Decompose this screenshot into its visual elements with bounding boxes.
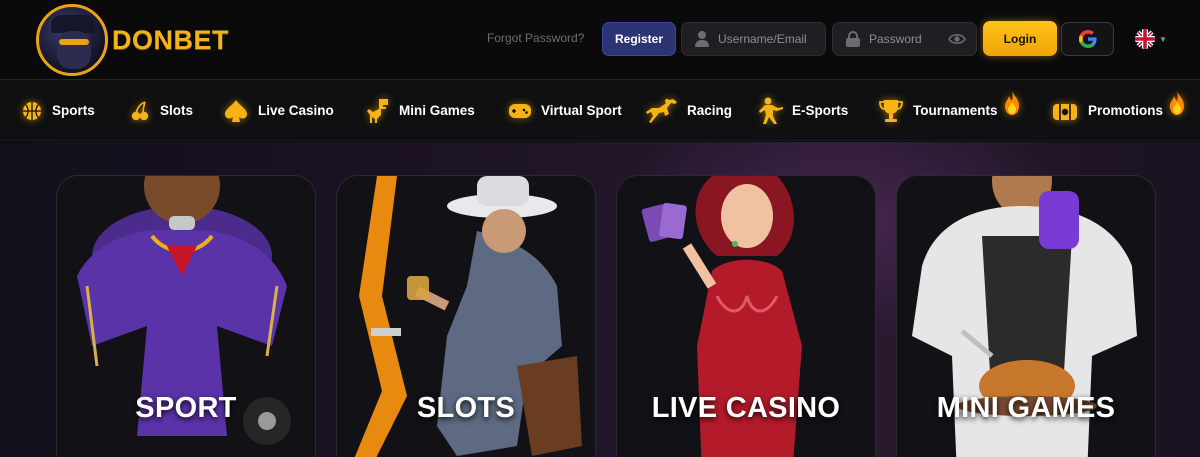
language-selector[interactable]: ▼ xyxy=(1134,28,1167,50)
nav-label: Promotions xyxy=(1088,103,1164,118)
top-bar: DONBET Forgot Password? Register Login xyxy=(0,0,1200,80)
nav-label: Sports xyxy=(52,103,95,118)
nav-item-sports[interactable]: Sports xyxy=(20,80,95,141)
category-card-slots[interactable]: SLOTS xyxy=(336,175,596,457)
dino-icon xyxy=(367,98,388,123)
nav-item-virtual-sport[interactable]: Virtual Sport xyxy=(507,80,622,141)
nav-label: Slots xyxy=(160,103,194,118)
card-title: SPORT xyxy=(135,392,237,424)
username-input[interactable] xyxy=(718,32,825,46)
eye-icon[interactable] xyxy=(948,32,966,46)
nav-item-mini-games[interactable]: Mini Games xyxy=(365,80,475,141)
nav-label: Tournaments xyxy=(913,103,998,118)
cherry-icon xyxy=(131,100,149,120)
category-card-live-casino[interactable]: LIVE CASINO xyxy=(616,175,876,457)
gamepad-icon xyxy=(509,103,531,118)
gift-icon xyxy=(1053,103,1077,120)
soldier-icon xyxy=(759,97,783,124)
card-title: MINI GAMES xyxy=(936,392,1116,424)
password-field[interactable] xyxy=(832,22,977,56)
register-button[interactable]: Register xyxy=(602,22,676,56)
nav-label: Mini Games xyxy=(399,103,475,118)
category-card-mini-games[interactable]: MINI GAMES xyxy=(896,175,1156,457)
trophy-icon xyxy=(879,99,903,122)
user-icon xyxy=(694,31,710,47)
fire-icon xyxy=(1005,91,1019,115)
mascot-icon xyxy=(36,4,108,76)
horse-icon xyxy=(646,98,677,123)
nav-label: Virtual Sport xyxy=(541,103,622,118)
chevron-down-icon: ▼ xyxy=(1159,34,1167,44)
nav-label: E-Sports xyxy=(792,103,849,118)
google-login-button[interactable] xyxy=(1061,22,1114,56)
login-button[interactable]: Login xyxy=(983,21,1057,56)
username-field[interactable] xyxy=(681,22,826,56)
brand-name: DONBET xyxy=(112,24,229,55)
hero-banner: SPORT SLOTS LIVE CASINO MINI GAMES xyxy=(0,142,1200,457)
forgot-password-link[interactable]: Forgot Password? xyxy=(487,31,584,45)
uk-flag-icon xyxy=(1135,29,1155,49)
logo[interactable]: DONBET xyxy=(36,4,229,76)
card-title: LIVE CASINO xyxy=(651,392,841,424)
nav-label: Racing xyxy=(687,103,733,118)
category-card-sport[interactable]: SPORT xyxy=(56,175,316,457)
google-icon xyxy=(1078,30,1097,48)
nav-label: Live Casino xyxy=(258,103,334,118)
spade-icon xyxy=(225,99,247,122)
category-nav: Sports Slots Live Casino Mini Games Virt… xyxy=(0,80,1200,141)
card-title: SLOTS xyxy=(416,392,516,424)
nav-item-slots[interactable]: Slots xyxy=(128,80,193,141)
fire-icon xyxy=(1170,91,1184,115)
nav-item-racing[interactable]: Racing xyxy=(645,80,732,141)
nav-item-live-casino[interactable]: Live Casino xyxy=(222,80,334,141)
nav-item-tournaments[interactable]: Tournaments xyxy=(877,80,1019,141)
basketball-icon xyxy=(23,101,41,120)
nav-item-e-sports[interactable]: E-Sports xyxy=(756,80,848,141)
nav-item-promotions[interactable]: Promotions xyxy=(1050,80,1184,141)
lock-icon xyxy=(845,31,861,47)
